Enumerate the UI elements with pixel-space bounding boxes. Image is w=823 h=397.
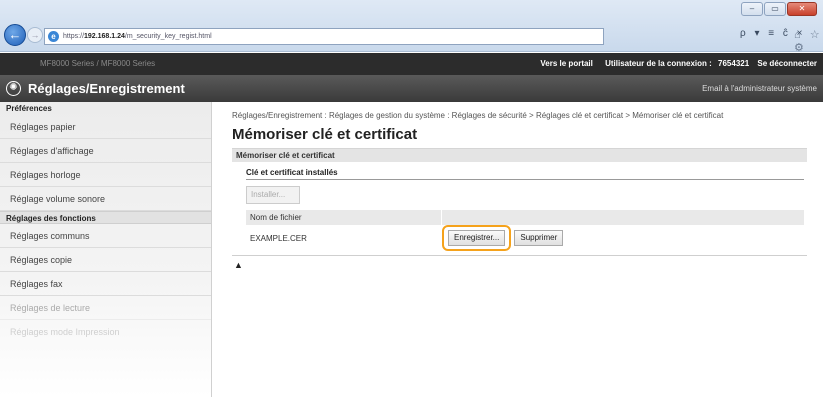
back-button[interactable]: ← bbox=[4, 24, 26, 46]
admin-email-link[interactable]: Email à l'administrateur système bbox=[702, 75, 817, 102]
login-user-label: Utilisateur de la connexion : bbox=[605, 59, 712, 68]
install-button[interactable]: Installer... bbox=[246, 186, 300, 204]
filename-cell: EXAMPLE.CER bbox=[250, 233, 307, 243]
back-to-top-icon[interactable]: ▲ bbox=[234, 260, 812, 270]
title-bar: ✺ Réglages/Enregistrement Email à l'admi… bbox=[0, 75, 823, 102]
device-name: MF8000 Series / MF8000 Series bbox=[40, 59, 156, 68]
sidebar-item-clock[interactable]: Réglages horloge bbox=[0, 163, 211, 187]
column-filename: Nom de fichier bbox=[246, 210, 442, 225]
sidebar-item-paper[interactable]: Réglages papier bbox=[0, 115, 211, 139]
address-bar[interactable]: e https://192.168.1.24/m_security_key_re… bbox=[44, 28, 604, 45]
sidebar-item-scan[interactable]: Réglages de lecture bbox=[0, 296, 211, 320]
address-path: /m_security_key_regist.html bbox=[124, 33, 212, 40]
sidebar-item-display[interactable]: Réglages d'affichage bbox=[0, 139, 211, 163]
sidebar-section-preferences: Préférences bbox=[6, 104, 52, 113]
breadcrumb[interactable]: Réglages/Enregistrement : Réglages de ge… bbox=[232, 111, 777, 120]
browser-icon: e bbox=[48, 31, 59, 42]
sidebar: Préférences Réglages papier Réglages d'a… bbox=[0, 102, 212, 397]
table-header: Nom de fichier bbox=[246, 210, 804, 225]
portal-link[interactable]: Vers le portail bbox=[540, 59, 592, 68]
register-button[interactable]: Enregistrer... bbox=[448, 230, 506, 246]
settings-gear-icon: ✺ bbox=[6, 81, 21, 96]
sidebar-item-print-mode[interactable]: Réglages mode Impression bbox=[0, 320, 211, 344]
delete-button[interactable]: Supprimer bbox=[514, 230, 564, 246]
installed-subheading: Clé et certificat installés bbox=[246, 168, 804, 180]
sidebar-item-fax[interactable]: Réglages fax bbox=[0, 272, 211, 296]
maximize-button[interactable]: ▭ bbox=[764, 2, 786, 16]
favorites-tools-icons[interactable]: ⌂ ☆ ⚙ bbox=[794, 28, 823, 54]
logout-link[interactable]: Se déconnecter bbox=[757, 59, 817, 68]
sidebar-section-functions: Réglages des fonctions bbox=[0, 211, 211, 224]
top-bar: MF8000 Series / MF8000 Series Vers le po… bbox=[0, 53, 823, 75]
minimize-button[interactable]: – bbox=[741, 2, 763, 16]
divider bbox=[232, 255, 807, 256]
page-title: Mémoriser clé et certificat bbox=[232, 126, 418, 143]
address-host: 192.168.1.24 bbox=[84, 33, 125, 40]
forward-button[interactable]: → bbox=[27, 27, 43, 43]
sidebar-item-copy[interactable]: Réglages copie bbox=[0, 248, 211, 272]
page-section-title: Réglages/Enregistrement bbox=[28, 81, 185, 96]
register-button-highlight: Enregistrer... bbox=[442, 225, 512, 251]
address-prefix: https:// bbox=[63, 33, 85, 40]
sidebar-item-common[interactable]: Réglages communs bbox=[0, 224, 211, 248]
sidebar-item-volume[interactable]: Réglage volume sonore bbox=[0, 187, 211, 211]
table-row: EXAMPLE.CER Enregistrer... Supprimer bbox=[246, 225, 804, 251]
login-user-id: 7654321 bbox=[718, 59, 750, 68]
window-controls: – ▭ ✕ bbox=[741, 2, 817, 16]
top-bar-right: Vers le portail Utilisateur de la connex… bbox=[530, 53, 817, 75]
close-button[interactable]: ✕ bbox=[787, 2, 817, 16]
main-content: Réglages/Enregistrement : Réglages de ge… bbox=[232, 111, 812, 270]
browser-chrome: – ▭ ✕ ← → e https://192.168.1.24/m_secur… bbox=[0, 0, 823, 54]
section-header: Mémoriser clé et certificat bbox=[232, 148, 807, 162]
